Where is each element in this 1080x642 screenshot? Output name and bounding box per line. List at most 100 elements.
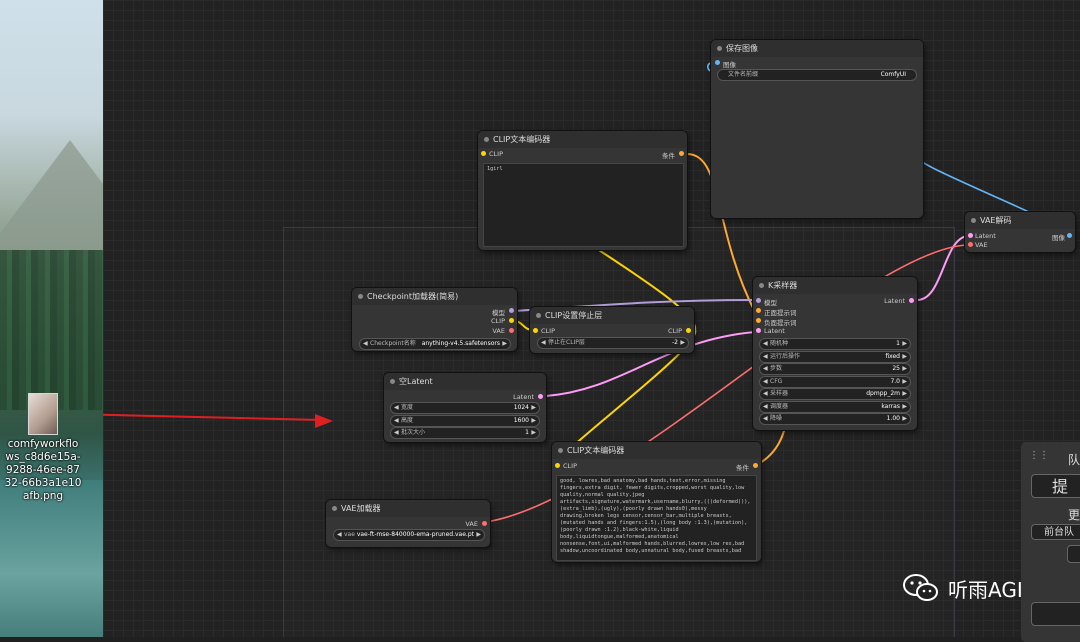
stop-at-layer-widget[interactable]: ◀ 停止在CLIP层 -2 ▶ — [537, 337, 689, 349]
decrement-arrow[interactable]: ◀ — [337, 530, 342, 540]
output-label: 模型 — [492, 309, 505, 317]
input-socket[interactable] — [533, 328, 538, 333]
input-socket[interactable] — [756, 328, 761, 333]
decrement-arrow[interactable]: ◀ — [763, 364, 768, 374]
widget-0[interactable]: ◀ 宽度 1024 ▶ — [390, 402, 540, 414]
decrement-arrow[interactable]: ◀ — [763, 339, 768, 349]
widget-value: dpmpp_2m — [866, 390, 900, 397]
increment-arrow[interactable]: ▶ — [902, 389, 907, 399]
desktop-file-name[interactable]: comfyworkflows_c8d6e15a-9288-46ee-8732-6… — [4, 438, 82, 503]
input-socket[interactable] — [968, 242, 973, 247]
increment-arrow[interactable]: ▶ — [902, 414, 907, 424]
negative-prompt-textarea[interactable]: good, lowres,bad anatomy,bad hands,text,… — [556, 475, 757, 561]
panel-button[interactable] — [1031, 602, 1080, 626]
input-label: Latent — [975, 232, 996, 240]
vae-loader-node[interactable]: VAE加载器 VAE ◀ vae vae-ft-mse-840000-ema-p… — [326, 500, 490, 547]
queue-prompt-button[interactable]: 提 — [1031, 474, 1080, 498]
empty-latent-node[interactable]: 空Latent Latent ◀ 宽度 1024 ▶ ◀ 高度 1600 ▶ ◀ 批次大小 1 ▶ — [384, 373, 546, 442]
png-file-icon[interactable] — [28, 393, 58, 435]
input-socket[interactable] — [555, 463, 560, 468]
output-socket[interactable] — [1067, 233, 1072, 238]
output-socket[interactable] — [679, 151, 684, 156]
more-options-label[interactable]: 更 — [1068, 506, 1080, 523]
vae-decode-node[interactable]: VAE解码 Latent VAE 图像 — [965, 212, 1075, 252]
decrement-arrow[interactable]: ◀ — [541, 338, 546, 348]
output-socket[interactable] — [538, 394, 543, 399]
widget-value: 1 — [525, 429, 529, 436]
node-title: 保存图像 — [711, 40, 923, 57]
input-label: 模型 — [764, 299, 777, 307]
input-socket[interactable] — [756, 308, 761, 313]
extra-toggle[interactable] — [1067, 545, 1080, 563]
increment-arrow[interactable]: ▶ — [680, 338, 685, 348]
queue-front-button[interactable]: 前台队 — [1031, 524, 1080, 540]
increment-arrow[interactable]: ▶ — [902, 402, 907, 412]
input-socket[interactable] — [756, 318, 761, 323]
clip-set-last-layer-node[interactable]: CLIP设置停止层 CLIP CLIP ◀ 停止在CLIP层 -2 ▶ — [530, 307, 694, 353]
output-label: Latent — [884, 297, 905, 305]
input-socket[interactable] — [968, 233, 973, 238]
increment-arrow[interactable]: ▶ — [902, 377, 907, 387]
input-label: 正面提示词 — [764, 309, 797, 317]
increment-arrow[interactable]: ▶ — [476, 530, 481, 540]
widget-1[interactable]: ◀ 高度 1600 ▶ — [390, 414, 540, 427]
widget-5[interactable]: ◀ 调度器 karras ▶ — [759, 400, 911, 413]
decrement-arrow[interactable]: ◀ — [763, 414, 768, 424]
increment-arrow[interactable]: ▶ — [531, 428, 536, 438]
increment-arrow[interactable]: ▶ — [902, 339, 907, 349]
prompt-textarea[interactable]: 1girl — [483, 163, 684, 247]
increment-arrow[interactable]: ▶ — [902, 364, 907, 374]
output-socket[interactable] — [909, 298, 914, 303]
decrement-arrow[interactable]: ◀ — [763, 377, 768, 387]
widget-6[interactable]: ◀ 降噪 1.00 ▶ — [759, 413, 911, 425]
output-socket[interactable] — [509, 308, 514, 313]
clip-text-encode-positive-node[interactable]: CLIP文本编码器 CLIP 条件 1girl — [478, 131, 687, 250]
increment-arrow[interactable]: ▶ — [531, 416, 536, 426]
decrement-arrow[interactable]: ◀ — [394, 428, 399, 438]
decrement-arrow[interactable]: ◀ — [763, 352, 768, 362]
output-socket[interactable] — [482, 521, 487, 526]
widget-1[interactable]: ◀ 运行后操作 fixed ▶ — [759, 350, 911, 363]
checkpoint-loader-node[interactable]: Checkpoint加载器(简易) 模型 CLIP VAE ◀ Checkpoi… — [352, 288, 517, 351]
decrement-arrow[interactable]: ◀ — [763, 389, 768, 399]
widget-4[interactable]: ◀ 采样器 dpmpp_2m ▶ — [759, 388, 911, 400]
widget-label: 调度器 — [770, 402, 789, 410]
wechat-icon — [902, 572, 940, 604]
clip-text-encode-negative-node[interactable]: CLIP文本编码器 CLIP 条件 good, lowres,bad anato… — [552, 442, 761, 562]
save-image-node[interactable]: 保存图像 图像 文件名前缀 ComfyUI — [711, 40, 923, 218]
decrement-arrow[interactable]: ◀ — [394, 403, 399, 413]
decrement-arrow[interactable]: ◀ — [394, 416, 399, 426]
output-label: VAE — [465, 520, 478, 528]
widget-value: 1.00 — [886, 415, 900, 422]
node-graph-canvas[interactable]: 保存图像 图像 文件名前缀 ComfyUI CLIP文本编码器 CLIP 条件 … — [103, 0, 1080, 637]
checkpoint-name-widget[interactable]: ◀ Checkpoint名称 anything-v4.5.safetensors… — [359, 338, 511, 350]
increment-arrow[interactable]: ▶ — [531, 403, 536, 413]
widget-2[interactable]: ◀ 步数 25 ▶ — [759, 363, 911, 375]
input-socket[interactable] — [756, 298, 761, 303]
output-label: CLIP — [491, 317, 505, 325]
widget-label: 停止在CLIP层 — [548, 339, 585, 346]
widget-3[interactable]: ◀ CFG 7.0 ▶ — [759, 375, 911, 388]
input-label: 图像 — [723, 61, 736, 69]
vae-name-widget[interactable]: ◀ vae vae-ft-mse-840000-ema-pruned.vae.p… — [333, 529, 485, 541]
input-label: VAE — [975, 241, 988, 249]
output-label: 图像 — [1052, 234, 1065, 242]
input-socket[interactable] — [715, 60, 720, 65]
drag-handle-icon[interactable]: ⋮⋮ — [1029, 450, 1049, 461]
decrement-arrow[interactable]: ◀ — [763, 402, 768, 412]
filename-prefix-widget[interactable]: 文件名前缀 ComfyUI — [717, 69, 917, 81]
widget-label: 随机种 — [770, 340, 789, 347]
node-title: CLIP文本编码器 — [552, 442, 761, 459]
widget-label: 采样器 — [770, 390, 789, 397]
ksampler-node[interactable]: K采样器 模型 正面提示词 负面提示词 Latent Latent ◀ 随机种 1 ▶… — [753, 277, 917, 430]
increment-arrow[interactable]: ▶ — [502, 339, 507, 349]
input-socket[interactable] — [481, 151, 486, 156]
widget-2[interactable]: ◀ 批次大小 1 ▶ — [390, 427, 540, 439]
decrement-arrow[interactable]: ◀ — [363, 339, 368, 349]
output-socket[interactable] — [509, 318, 514, 323]
output-socket[interactable] — [686, 328, 691, 333]
output-socket[interactable] — [509, 328, 514, 333]
output-socket[interactable] — [753, 463, 758, 468]
increment-arrow[interactable]: ▶ — [902, 352, 907, 362]
widget-0[interactable]: ◀ 随机种 1 ▶ — [759, 338, 911, 350]
